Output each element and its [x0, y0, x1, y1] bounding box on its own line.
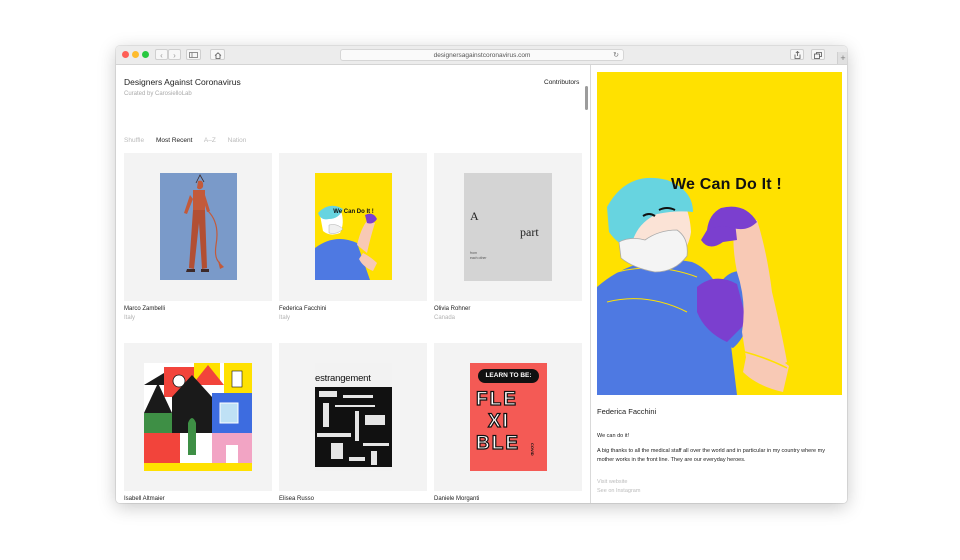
poster-card-daniele-morganti[interactable]: LEARN TO BE: FLE XI BLE COVID — [434, 343, 582, 491]
poster-card-olivia-rohner[interactable]: A part from each other — [434, 153, 582, 301]
detail-pane: We Can Do It ! Federica Facchini We can … — [591, 65, 847, 503]
detail-poster: We Can Do It ! — [597, 72, 842, 395]
filter-shuffle[interactable]: Shuffle — [124, 137, 144, 144]
forward-button[interactable]: › — [168, 49, 181, 60]
detail-title: We can do it! — [597, 433, 629, 439]
poster-headline: We Can Do It ! — [671, 176, 782, 193]
home-button[interactable] — [210, 49, 225, 60]
tabs-button[interactable] — [811, 49, 825, 60]
detail-description: A big thanks to all the medical staff al… — [597, 448, 825, 463]
poster-letter-line: XI — [487, 410, 510, 432]
browser-window: ‹ › designersagainstcoronavirus.com ↻ + … — [116, 46, 847, 503]
poster-headline: We Can Do It ! — [333, 209, 374, 215]
minimize-window-button[interactable] — [132, 51, 139, 58]
poster-letters: FLE XI BLE — [475, 388, 520, 455]
gallery-pane: Designers Against Coronavirus Curated by… — [116, 65, 590, 503]
plus-icon: + — [840, 53, 846, 63]
detail-artist-name: Federica Facchini — [597, 407, 657, 416]
poster-thumbnail — [160, 173, 237, 280]
poster-small-text: from each other — [470, 251, 487, 260]
chevron-left-icon: ‹ — [160, 51, 163, 60]
poster-card-marco-zambelli[interactable] — [124, 153, 272, 301]
share-icon — [794, 50, 800, 59]
close-window-button[interactable] — [122, 51, 129, 58]
poster-letter-line: BLE — [475, 432, 520, 454]
filter-a-z[interactable]: A–Z — [204, 137, 216, 144]
reload-icon[interactable]: ↻ — [613, 50, 619, 61]
poster-small-line: each other — [470, 255, 487, 260]
site-title[interactable]: Designers Against Coronavirus — [124, 77, 241, 87]
poster-side-text: COVID — [530, 443, 535, 456]
poster-header: LEARN TO BE: — [478, 369, 539, 383]
back-button[interactable]: ‹ — [155, 49, 168, 60]
poster-word-a: A — [470, 209, 479, 223]
chevron-right-icon: › — [173, 51, 176, 60]
sidebar-icon — [189, 52, 198, 58]
poster-headline: estrangement — [315, 373, 371, 384]
contributors-link[interactable]: Contributors — [544, 79, 579, 86]
card-artist-name[interactable]: Isabell Altmaier — [124, 496, 165, 502]
url-text: designersagainstcoronavirus.com — [433, 52, 531, 59]
card-artist-name[interactable]: Olivia Rohner — [434, 306, 470, 312]
poster-card-isabell-altmaier[interactable] — [124, 343, 272, 491]
poster-thumbnail: A part from each other — [464, 173, 552, 281]
maximize-window-button[interactable] — [142, 51, 149, 58]
new-tab-button[interactable]: + — [837, 52, 847, 64]
visit-website-link[interactable]: Visit website — [597, 479, 627, 485]
poster-thumbnail — [144, 363, 252, 471]
card-nation: Italy — [124, 315, 136, 321]
scrollbar-thumb[interactable] — [585, 86, 588, 110]
filter-nation[interactable]: Nation — [228, 137, 247, 144]
tabs-icon — [814, 52, 822, 59]
poster-thumbnail: estrangement — [315, 363, 392, 471]
card-nation: Italy — [279, 315, 291, 321]
poster-letter-line: FLE — [475, 388, 518, 410]
poster-card-elisea-russo[interactable]: estrangement — [279, 343, 427, 491]
filter-most-recent[interactable]: Most Recent — [156, 137, 193, 144]
houses-illustration — [144, 363, 252, 471]
rosie-illustration-large — [597, 177, 789, 395]
poster-thumbnail: We Can Do It ! — [315, 173, 392, 280]
filter-bar: Shuffle Most Recent A–Z Nation — [124, 137, 256, 144]
card-artist-name[interactable]: Marco Zambelli — [124, 306, 165, 312]
card-artist-name[interactable]: Federica Facchini — [279, 306, 326, 312]
site-subtitle: Curated by CarosielloLab — [124, 91, 192, 97]
share-button[interactable] — [790, 49, 804, 60]
card-artist-name[interactable]: Daniele Morganti — [434, 496, 479, 502]
card-nation: Canada — [434, 315, 456, 321]
instagram-link[interactable]: See on Instagram — [597, 488, 640, 494]
figure-illustration — [184, 174, 224, 272]
address-bar[interactable]: designersagainstcoronavirus.com ↻ — [340, 49, 624, 61]
home-icon — [214, 52, 221, 59]
poster-thumbnail: LEARN TO BE: FLE XI BLE COVID — [470, 363, 547, 471]
poster-word-part: part — [520, 225, 539, 239]
card-artist-name[interactable]: Elisea Russo — [279, 496, 314, 502]
glitch-pattern — [315, 387, 392, 467]
sidebar-toggle-button[interactable] — [186, 49, 201, 60]
browser-toolbar: ‹ › designersagainstcoronavirus.com ↻ + — [116, 46, 847, 65]
rosie-illustration — [315, 205, 377, 280]
poster-card-federica-facchini[interactable]: We Can Do It ! — [279, 153, 427, 301]
